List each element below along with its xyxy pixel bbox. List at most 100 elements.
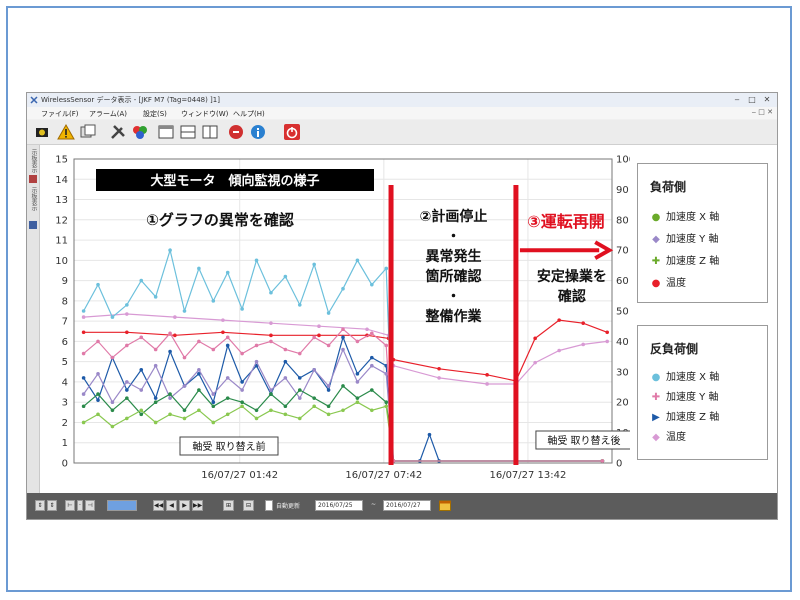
data-point bbox=[283, 412, 288, 417]
data-point bbox=[225, 412, 230, 417]
data-point bbox=[326, 404, 331, 409]
data-point bbox=[139, 412, 144, 417]
data-point bbox=[341, 347, 345, 352]
y-left-tick-label: 6 bbox=[62, 337, 68, 348]
sensor-icon[interactable] bbox=[33, 123, 51, 141]
data-icon[interactable] bbox=[79, 123, 97, 141]
tools-icon[interactable] bbox=[109, 123, 127, 141]
close-icon[interactable]: ✕ bbox=[761, 95, 773, 104]
data-point bbox=[384, 404, 389, 409]
data-point bbox=[355, 339, 360, 344]
data-point bbox=[96, 372, 100, 376]
data-point bbox=[81, 376, 86, 380]
first-page-button[interactable]: ◀◀ bbox=[153, 500, 164, 511]
y-right-tick-label: 70 bbox=[616, 246, 629, 257]
data-point bbox=[197, 339, 201, 344]
range-end-button[interactable]: ⊣ bbox=[85, 500, 95, 511]
side-label-2: 示板表示 bbox=[30, 187, 37, 211]
data-point bbox=[341, 384, 345, 388]
menu-settings[interactable]: 設定(S) bbox=[143, 109, 167, 119]
y-right-tick-label: 20 bbox=[616, 398, 629, 409]
data-point bbox=[370, 363, 374, 368]
power-icon[interactable] bbox=[283, 123, 301, 141]
zoom-out-button[interactable]: ⇕ bbox=[47, 500, 57, 511]
legend-marker-icon: ✚ bbox=[651, 392, 661, 403]
data-point bbox=[384, 343, 389, 348]
data-point bbox=[153, 396, 158, 400]
side-grid-icon[interactable] bbox=[29, 221, 37, 229]
color-settings-icon[interactable] bbox=[131, 123, 149, 141]
data-point bbox=[485, 382, 489, 386]
data-point bbox=[81, 309, 86, 313]
data-point bbox=[533, 336, 537, 341]
series-line bbox=[83, 247, 603, 462]
layout-grid-icon[interactable] bbox=[201, 123, 219, 141]
menu-window[interactable]: ウィンドウ(W) bbox=[181, 109, 228, 119]
step1-label: ①グラフの異常を確認 bbox=[146, 211, 294, 229]
plot-area: 0123456789101112131415010203040506070809… bbox=[40, 145, 777, 493]
data-point bbox=[365, 327, 369, 332]
export-icon[interactable] bbox=[227, 123, 245, 141]
refresh-button[interactable]: ⊟ bbox=[243, 500, 254, 511]
prev-page-button[interactable]: ◀ bbox=[166, 500, 177, 511]
data-point bbox=[240, 307, 244, 311]
data-point bbox=[269, 388, 273, 392]
layout-split-icon[interactable] bbox=[179, 123, 197, 141]
series-line bbox=[83, 385, 603, 462]
data-point bbox=[283, 376, 288, 380]
y-left-tick-label: 4 bbox=[62, 377, 68, 388]
data-point bbox=[153, 420, 158, 425]
data-point bbox=[283, 359, 288, 364]
data-point bbox=[269, 290, 273, 295]
data-point bbox=[139, 408, 144, 413]
menu-alarm[interactable]: アラーム(A) bbox=[89, 109, 127, 119]
range-mid-button[interactable]: · bbox=[77, 500, 83, 511]
data-point bbox=[283, 347, 288, 352]
fit-button[interactable]: ⊞ bbox=[223, 500, 234, 511]
data-point bbox=[125, 380, 129, 384]
scale-select[interactable] bbox=[107, 500, 137, 511]
minimize-icon[interactable]: ‒ bbox=[731, 95, 743, 104]
next-page-button[interactable]: ▶ bbox=[179, 500, 190, 511]
data-point bbox=[240, 388, 244, 392]
data-point bbox=[211, 392, 216, 396]
date-to-select[interactable]: 2016/07/27 bbox=[383, 500, 431, 511]
y-right-tick-label: 100 bbox=[616, 155, 630, 166]
maximize-icon[interactable]: □ bbox=[746, 95, 758, 104]
after-label: 軸受 取り替え後 bbox=[547, 434, 620, 447]
data-point bbox=[211, 347, 216, 352]
data-point bbox=[211, 404, 216, 409]
step2-label: ・ bbox=[446, 289, 460, 305]
side-marker-icon[interactable] bbox=[29, 175, 37, 183]
date-from-select[interactable]: 2016/07/25 bbox=[315, 500, 363, 511]
info-icon[interactable] bbox=[249, 123, 267, 141]
calendar-icon[interactable] bbox=[439, 500, 451, 511]
auto-update-checkbox[interactable] bbox=[265, 500, 273, 511]
data-point bbox=[81, 315, 86, 319]
alarm-warning-icon[interactable] bbox=[57, 123, 75, 141]
data-point bbox=[125, 303, 129, 307]
data-point bbox=[197, 408, 201, 413]
data-point bbox=[269, 392, 273, 396]
layout-single-icon[interactable] bbox=[157, 123, 175, 141]
data-point bbox=[355, 258, 360, 263]
zoom-in-button[interactable]: ⇕ bbox=[35, 500, 45, 511]
menu-help[interactable]: ヘルプ(H) bbox=[233, 109, 265, 119]
data-point bbox=[110, 424, 115, 429]
y-left-tick-label: 11 bbox=[55, 236, 68, 247]
mdi-controls-icon[interactable]: ‒ □ ✕ bbox=[752, 108, 773, 116]
data-point bbox=[139, 335, 144, 340]
window-title: WirelessSensor データ表示 - [JKF M7 (Tag=0448… bbox=[41, 96, 220, 104]
data-point bbox=[110, 408, 115, 413]
menu-file[interactable]: ファイル(F) bbox=[41, 109, 79, 119]
data-point bbox=[312, 262, 316, 267]
data-point bbox=[168, 349, 172, 354]
data-point bbox=[125, 416, 129, 421]
range-start-button[interactable]: ⊢ bbox=[65, 500, 75, 511]
step2-label: 整備作業 bbox=[424, 308, 482, 325]
data-point bbox=[125, 396, 129, 400]
data-point bbox=[197, 367, 201, 372]
last-page-button[interactable]: ▶▶ bbox=[192, 500, 203, 511]
data-point bbox=[370, 282, 374, 287]
data-point bbox=[269, 408, 273, 413]
